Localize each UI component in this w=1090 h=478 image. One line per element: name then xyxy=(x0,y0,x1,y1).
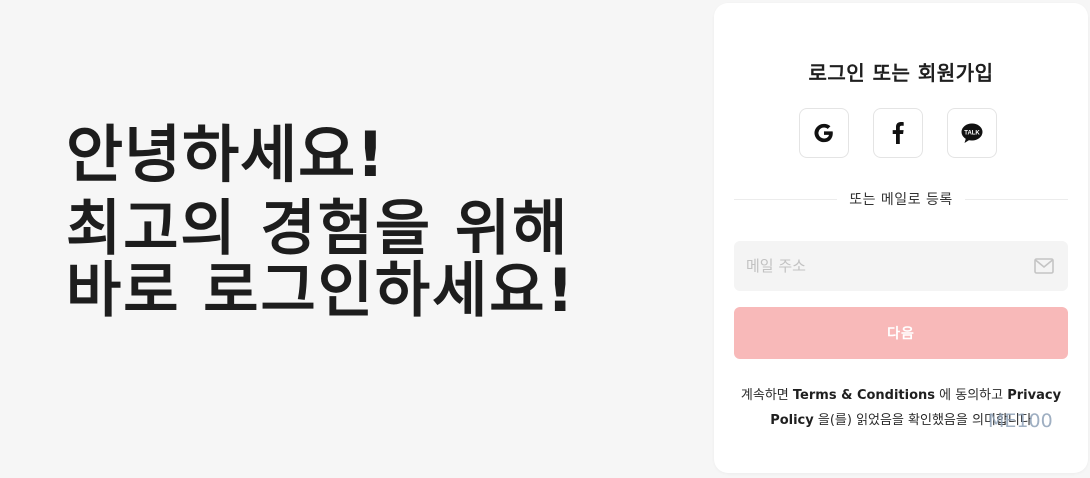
kakaotalk-badge-text: TALK xyxy=(964,130,980,136)
mail-icon xyxy=(1034,258,1054,274)
terms-conditions-link[interactable]: Terms & Conditions xyxy=(793,388,935,403)
terms-middle: 에 동의하고 xyxy=(935,388,1008,403)
divider-text: 또는 메일로 등록 xyxy=(849,192,953,208)
hero-greeting: 안녕하세요! 최고의 경험을 위해 바로 로그인하세요! xyxy=(66,118,576,322)
email-divider: 또는 메일로 등록 xyxy=(734,189,1068,209)
watermark: ME100 xyxy=(988,410,1053,432)
social-login-row: TALK xyxy=(799,108,997,158)
google-icon xyxy=(814,123,833,143)
facebook-icon xyxy=(892,122,904,144)
google-login-button[interactable] xyxy=(799,108,849,158)
hero-line-1: 안녕하세요! xyxy=(66,118,386,191)
kakaotalk-login-button[interactable]: TALK xyxy=(947,108,997,158)
email-input[interactable] xyxy=(734,241,1024,291)
divider-line-right xyxy=(964,198,1068,200)
divider-line-left xyxy=(734,198,838,200)
email-field-wrapper xyxy=(734,241,1068,291)
login-title: 로그인 또는 회원가입 xyxy=(808,61,994,85)
kakaotalk-icon: TALK xyxy=(961,123,983,143)
next-button[interactable]: 다음 xyxy=(734,307,1068,359)
login-page: 안녕하세요! 최고의 경험을 위해 바로 로그인하세요! 로그인 또는 회원가입 xyxy=(0,0,1090,478)
facebook-login-button[interactable] xyxy=(873,108,923,158)
terms-prefix: 계속하면 xyxy=(740,388,793,403)
hero-line-2: 최고의 경험을 위해 xyxy=(66,194,570,264)
hero-line-3: 바로 로그인하세요! xyxy=(66,256,576,326)
login-card: 로그인 또는 회원가입 TALK 또는 메일로 등록 메일 주소 다음 계속하면… xyxy=(714,3,1088,473)
